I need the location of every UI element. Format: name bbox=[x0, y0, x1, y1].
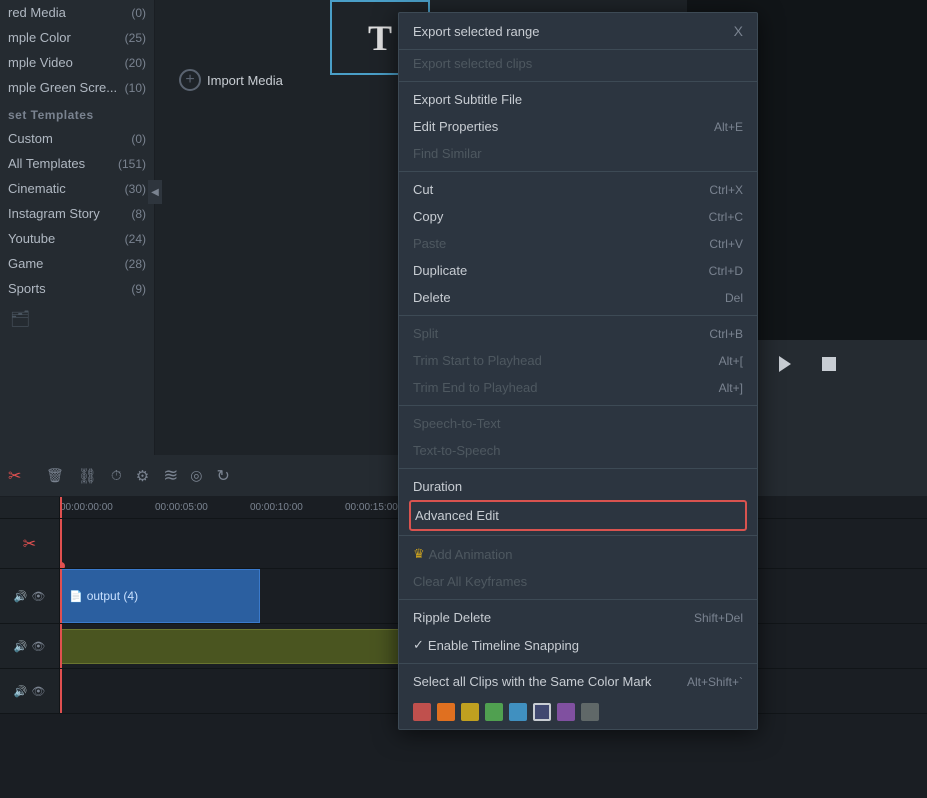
templates-section-header: set Templates bbox=[0, 100, 154, 126]
menu-item-select-same-color[interactable]: Select all Clips with the Same Color Mar… bbox=[399, 668, 757, 695]
menu-item-export-subtitle[interactable]: Export Subtitle File bbox=[399, 86, 757, 113]
track-side-icons-4: 🔊 👁 bbox=[14, 685, 46, 698]
timeline-cut-icon[interactable]: ✂ bbox=[8, 464, 32, 488]
menu-item-copy[interactable]: Copy Ctrl+C bbox=[399, 203, 757, 230]
menu-item-trim-start: Trim Start to Playhead Alt+[ bbox=[399, 347, 757, 374]
sidebar-item-all-templates[interactable]: All Templates (151) bbox=[0, 151, 154, 176]
ruler-mark-2: 00:00:10:00 bbox=[250, 502, 345, 513]
menu-item-trim-end: Trim End to Playhead Alt+] bbox=[399, 374, 757, 401]
ruler-mark-0: 00:00:00:00 bbox=[60, 502, 155, 513]
context-menu-header: Export selected range X bbox=[399, 13, 757, 50]
track-playhead-3 bbox=[60, 624, 62, 668]
color-mark-green[interactable] bbox=[485, 703, 503, 721]
color-mark-blue[interactable] bbox=[509, 703, 527, 721]
menu-item-enable-snapping[interactable]: ✓ Enable Timeline Snapping bbox=[399, 631, 757, 659]
media-toolbar: + Import Media bbox=[155, 60, 307, 100]
color-mark-orange[interactable] bbox=[437, 703, 455, 721]
track-scissors-icon: ✂ bbox=[23, 534, 36, 554]
sidebar-item-red-media[interactable]: red Media (0) bbox=[0, 0, 154, 25]
stop-square-icon bbox=[822, 357, 836, 371]
advanced-edit-highlight: Advanced Edit bbox=[409, 500, 747, 531]
menu-item-split: Split Ctrl+B bbox=[399, 320, 757, 347]
color-mark-dark-blue[interactable] bbox=[533, 703, 551, 721]
track-vol-icon-3[interactable]: 👁 bbox=[31, 640, 45, 653]
menu-item-cut[interactable]: Cut Ctrl+X bbox=[399, 176, 757, 203]
text-T-icon: T bbox=[368, 17, 392, 59]
output-clip-icon: 📄 bbox=[69, 590, 83, 603]
track-playhead-4 bbox=[60, 669, 62, 713]
track-audio-icon-4[interactable]: 🔊 bbox=[14, 685, 28, 698]
menu-divider-5 bbox=[399, 468, 757, 469]
track-audio-icon-3[interactable]: 🔊 bbox=[14, 640, 28, 653]
ruler-playhead-line bbox=[60, 497, 62, 518]
menu-divider-6 bbox=[399, 535, 757, 536]
timeline-loop-icon[interactable]: ↻ bbox=[217, 466, 230, 486]
crown-icon: ♛ bbox=[413, 546, 425, 562]
menu-item-clear-keyframes: Clear All Keyframes bbox=[399, 568, 757, 595]
folder-icon: 🗂 bbox=[0, 301, 154, 337]
track-playhead-1 bbox=[60, 519, 62, 568]
menu-divider-2 bbox=[399, 171, 757, 172]
menu-divider-3 bbox=[399, 315, 757, 316]
timeline-unlink-icon[interactable]: ⛓ bbox=[78, 467, 97, 485]
track-label-3: 🔊 👁 bbox=[0, 624, 60, 668]
check-mark-icon: ✓ bbox=[413, 637, 424, 653]
menu-item-ripple-delete[interactable]: Ripple Delete Shift+Del bbox=[399, 604, 757, 631]
color-mark-gray[interactable] bbox=[581, 703, 599, 721]
menu-item-find-similar: Find Similar bbox=[399, 140, 757, 167]
timeline-waveform-icon[interactable]: ≋ bbox=[163, 465, 176, 486]
menu-divider-7 bbox=[399, 599, 757, 600]
sidebar-item-cinematic[interactable]: Cinematic (30) bbox=[0, 176, 154, 201]
color-mark-purple[interactable] bbox=[557, 703, 575, 721]
color-mark-yellow[interactable] bbox=[461, 703, 479, 721]
menu-divider-4 bbox=[399, 405, 757, 406]
import-media-button[interactable]: + Import Media bbox=[171, 65, 291, 95]
sidebar-item-sample-color[interactable]: mple Color (25) bbox=[0, 25, 154, 50]
menu-item-advanced-edit[interactable]: Advanced Edit bbox=[411, 502, 745, 529]
plus-icon: + bbox=[179, 69, 201, 91]
timeline-adjustments-icon[interactable]: ⚙ bbox=[136, 467, 149, 485]
menu-item-text-to-speech: Text-to-Speech bbox=[399, 437, 757, 464]
play-button[interactable] bbox=[771, 350, 799, 378]
context-menu: Export selected range X Export selected … bbox=[398, 12, 758, 730]
sidebar-item-youtube[interactable]: Youtube (24) bbox=[0, 226, 154, 251]
track-label-2: 🔊 👁 bbox=[0, 569, 60, 623]
audio-clip-bar[interactable] bbox=[60, 629, 440, 664]
color-mark-red[interactable] bbox=[413, 703, 431, 721]
menu-divider-8 bbox=[399, 663, 757, 664]
timeline-target-icon[interactable]: ◎ bbox=[190, 467, 202, 484]
track-side-icons-3: 🔊 👁 bbox=[14, 640, 46, 653]
track-speaker-icon[interactable]: 🔊 bbox=[14, 590, 28, 603]
menu-item-export-clips: Export selected clips bbox=[399, 50, 757, 77]
menu-item-delete[interactable]: Delete Del bbox=[399, 284, 757, 311]
color-marks-row bbox=[399, 695, 757, 729]
track-label-1: ✂ bbox=[0, 519, 60, 568]
context-menu-close-button[interactable]: X bbox=[734, 23, 743, 39]
track-playhead-2 bbox=[60, 569, 62, 623]
track-side-icons-2: 🔊 👁 bbox=[14, 590, 46, 603]
track-vol-icon-4[interactable]: 👁 bbox=[31, 685, 45, 698]
menu-item-duration[interactable]: Duration bbox=[399, 473, 757, 500]
menu-divider-1 bbox=[399, 81, 757, 82]
sidebar-item-game[interactable]: Game (28) bbox=[0, 251, 154, 276]
sidebar-item-sample-video[interactable]: mple Video (20) bbox=[0, 50, 154, 75]
sidebar-item-sample-green[interactable]: mple Green Scre... (10) bbox=[0, 75, 154, 100]
sidebar-item-custom[interactable]: Custom (0) bbox=[0, 126, 154, 151]
play-triangle-icon bbox=[779, 356, 791, 372]
collapse-sidebar-button[interactable]: ◀ bbox=[148, 180, 162, 204]
output-clip-bar[interactable]: 📄 output (4) bbox=[60, 569, 260, 623]
menu-item-speech-to-text: Speech-to-Text bbox=[399, 410, 757, 437]
sidebar-item-instagram[interactable]: Instagram Story (8) bbox=[0, 201, 154, 226]
stop-button[interactable] bbox=[815, 350, 843, 378]
ruler-mark-1: 00:00:05:00 bbox=[155, 502, 250, 513]
menu-item-edit-properties[interactable]: Edit Properties Alt+E bbox=[399, 113, 757, 140]
timeline-trash-icon[interactable]: 🗑 bbox=[46, 467, 64, 484]
track-label-4: 🔊 👁 bbox=[0, 669, 60, 713]
menu-item-paste: Paste Ctrl+V bbox=[399, 230, 757, 257]
sidebar-item-sports[interactable]: Sports (9) bbox=[0, 276, 154, 301]
timeline-timer-icon[interactable]: ⏱ bbox=[111, 467, 122, 484]
menu-item-duplicate[interactable]: Duplicate Ctrl+D bbox=[399, 257, 757, 284]
menu-item-add-animation: ♛ Add Animation bbox=[399, 540, 757, 568]
track-eye-icon[interactable]: 👁 bbox=[31, 590, 45, 603]
